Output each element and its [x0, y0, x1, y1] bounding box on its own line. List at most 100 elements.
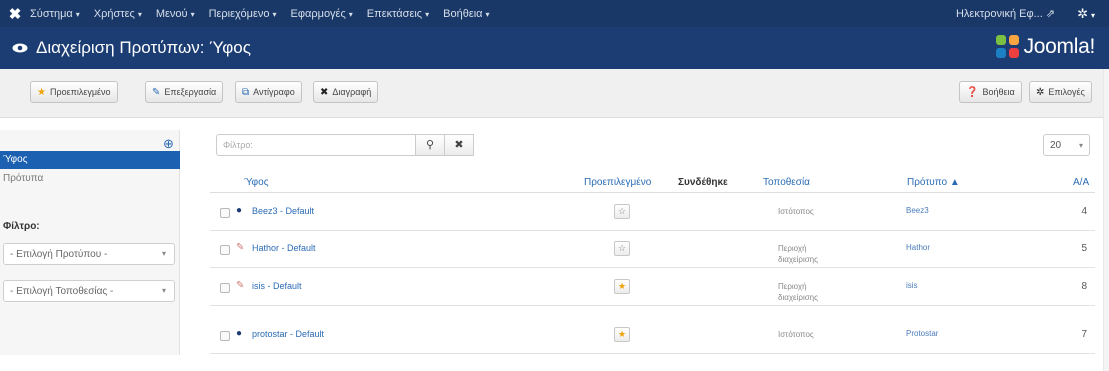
style-name-link[interactable]: protostar - Default [252, 329, 324, 339]
menu-content[interactable]: Περιεχόμενο ▾ [209, 8, 277, 20]
row-checkbox[interactable] [220, 245, 230, 255]
column-header-default[interactable]: Προεπιλεγμένο [584, 177, 651, 188]
top-navbar: ✖ Σύστημα ▾ Χρήστες ▾ Μενού ▾ Περιεχόμενο ▾ … [0, 0, 1109, 27]
menu-menus[interactable]: Μενού ▾ [156, 8, 195, 20]
star-icon: ★ [37, 86, 46, 98]
chevron-down-icon: ▾ [161, 249, 166, 258]
joomla-brand: Joomla! [995, 35, 1096, 59]
sidebar-item-styles[interactable]: Ύφος [0, 151, 180, 169]
star-icon: ★ [617, 281, 627, 291]
filter-title: Φίλτρο: [3, 221, 40, 232]
id-cell: 8 [1081, 281, 1087, 292]
style-name-link[interactable]: Hathor - Default [252, 243, 316, 253]
copy-icon: ⧉ [242, 86, 250, 98]
column-header-template[interactable]: Πρότυπο ▲ [907, 177, 960, 188]
menu-users[interactable]: Χρήστες ▾ [94, 8, 142, 20]
template-link[interactable]: Hathor [906, 243, 930, 252]
template-filter-select[interactable]: - Επιλογή Προτύπου - ▾ [3, 243, 175, 265]
column-header-style[interactable]: Ύφος [244, 177, 269, 188]
edit-button[interactable]: ✎ Επεξεργασία [145, 81, 224, 103]
menu-extensions[interactable]: Επεκτάσεις ▾ [367, 8, 429, 20]
caret-down-icon: ▾ [272, 9, 277, 19]
location-cell: Ιστότοπος [778, 330, 814, 339]
list-limit-select[interactable]: 20 ▾ [1043, 134, 1090, 156]
caret-down-icon: ▾ [137, 9, 142, 19]
pencil-icon: ✎ [236, 242, 245, 253]
close-icon: ✖ [320, 86, 329, 98]
search-placeholder: Φίλτρο: [223, 140, 253, 150]
table-row: ● protostar - Default ★ Ιστότοπος Protos… [210, 318, 1095, 354]
close-icon: ✖ [454, 139, 464, 151]
sidebar-item-templates[interactable]: Πρότυπα [3, 173, 43, 184]
set-default-star-button[interactable]: ☆ [614, 241, 630, 256]
eye-icon: ● [236, 205, 243, 216]
location-cell: Περιοχή διαχείρισης [778, 244, 818, 264]
table-header-divider [210, 192, 1095, 193]
style-name-link[interactable]: Beez3 - Default [252, 206, 314, 216]
table-row: ✎ Hathor - Default ☆ Περιοχή διαχείρισης… [210, 232, 1095, 268]
help-button[interactable]: ❓ Βοήθεια [959, 81, 1022, 103]
main-menu: Σύστημα ▾ Χρήστες ▾ Μενού ▾ Περιεχόμενο ▾ Εφ… [30, 8, 504, 20]
menu-help[interactable]: Βοήθεια ▾ [443, 8, 489, 20]
joomla-x-icon[interactable]: ✖ [0, 5, 30, 23]
sidebar-toggle-icon[interactable]: ⊕ [163, 136, 174, 152]
default-star-button[interactable]: ★ [614, 327, 630, 342]
gear-icon: ✲ [1036, 86, 1045, 98]
column-header-location[interactable]: Τοποθεσία [763, 177, 810, 188]
caret-down-icon: ▾ [348, 9, 353, 19]
search-button[interactable]: ⚲ [415, 134, 445, 156]
page-scrollbar[interactable] [1103, 69, 1109, 371]
question-icon: ❓ [966, 86, 979, 98]
set-default-star-button[interactable]: ☆ [614, 204, 630, 219]
search-input[interactable]: Φίλτρο: ⚲ ✖ [216, 134, 474, 156]
column-header-id[interactable]: Α/Α [1073, 177, 1089, 188]
options-button[interactable]: ✲ Επιλογές [1029, 81, 1092, 103]
caret-down-icon: ▾ [485, 9, 490, 19]
template-link[interactable]: isis [906, 281, 918, 290]
template-link[interactable]: Protostar [906, 329, 938, 338]
edit-icon: ✎ [152, 86, 161, 98]
sidebar: ⊕ Ύφος Πρότυπα Φίλτρο: - Επιλογή Προτύπο… [0, 130, 180, 355]
copy-button[interactable]: ⧉ Αντίγραφο [235, 81, 302, 103]
table-row: ✎ isis - Default ★ Περιοχή διαχείρισης i… [210, 270, 1095, 306]
star-icon: ☆ [617, 206, 627, 216]
star-icon: ★ [617, 329, 627, 339]
site-link[interactable]: Ηλεκτρονική Εφ... ⇗ [956, 7, 1055, 20]
table-row: ● Beez3 - Default ☆ Ιστότοπος Beez3 4 [210, 195, 1095, 231]
star-icon: ☆ [617, 243, 627, 253]
clear-search-button[interactable]: ✖ [444, 134, 474, 156]
chevron-down-icon: ▾ [161, 286, 166, 295]
id-cell: 4 [1081, 206, 1087, 217]
default-button[interactable]: ★ Προεπιλεγμένο [30, 81, 118, 103]
joomla-logo-icon [995, 35, 1020, 59]
delete-button[interactable]: ✖ Διαγραφή [313, 81, 379, 103]
title-bar: Διαχείριση Προτύπων: Ύφος Joomla! [0, 27, 1109, 69]
search-icon: ⚲ [425, 139, 435, 151]
id-cell: 7 [1081, 329, 1087, 340]
location-cell: Ιστότοπος [778, 207, 814, 216]
location-filter-select[interactable]: - Επιλογή Τοποθεσίας - ▾ [3, 280, 175, 302]
eye-icon: ● [236, 328, 243, 339]
default-star-button[interactable]: ★ [614, 279, 630, 294]
caret-down-icon: ▾ [190, 9, 195, 19]
id-cell: 5 [1081, 243, 1087, 254]
column-header-assigned: Συνδέθηκε [678, 177, 728, 188]
template-link[interactable]: Beez3 [906, 206, 929, 215]
caret-down-icon: ▾ [75, 9, 80, 19]
caret-down-icon: ▾ [425, 9, 430, 19]
page-title: Διαχείριση Προτύπων: Ύφος [36, 38, 251, 57]
row-checkbox[interactable] [220, 208, 230, 218]
style-name-link[interactable]: isis - Default [252, 281, 302, 291]
chevron-down-icon: ▾ [1078, 141, 1083, 150]
row-checkbox[interactable] [220, 331, 230, 341]
location-cell: Περιοχή διαχείρισης [778, 282, 818, 302]
user-menu-gear-icon[interactable]: ✲ ▾ [1077, 6, 1095, 22]
row-checkbox[interactable] [220, 283, 230, 293]
eye-icon [12, 40, 30, 56]
toolbar: ★ Προεπιλεγμένο ✎ Επεξεργασία ⧉ Αντίγραφο ✖… [0, 69, 1109, 118]
topnav-right: Ηλεκτρονική Εφ... ⇗ ✲ ▾ [956, 0, 1095, 27]
joomla-brand-text: Joomla! [1023, 35, 1096, 58]
menu-system[interactable]: Σύστημα ▾ [30, 8, 80, 20]
pencil-icon: ✎ [236, 280, 245, 291]
menu-components[interactable]: Εφαρμογές ▾ [291, 8, 353, 20]
